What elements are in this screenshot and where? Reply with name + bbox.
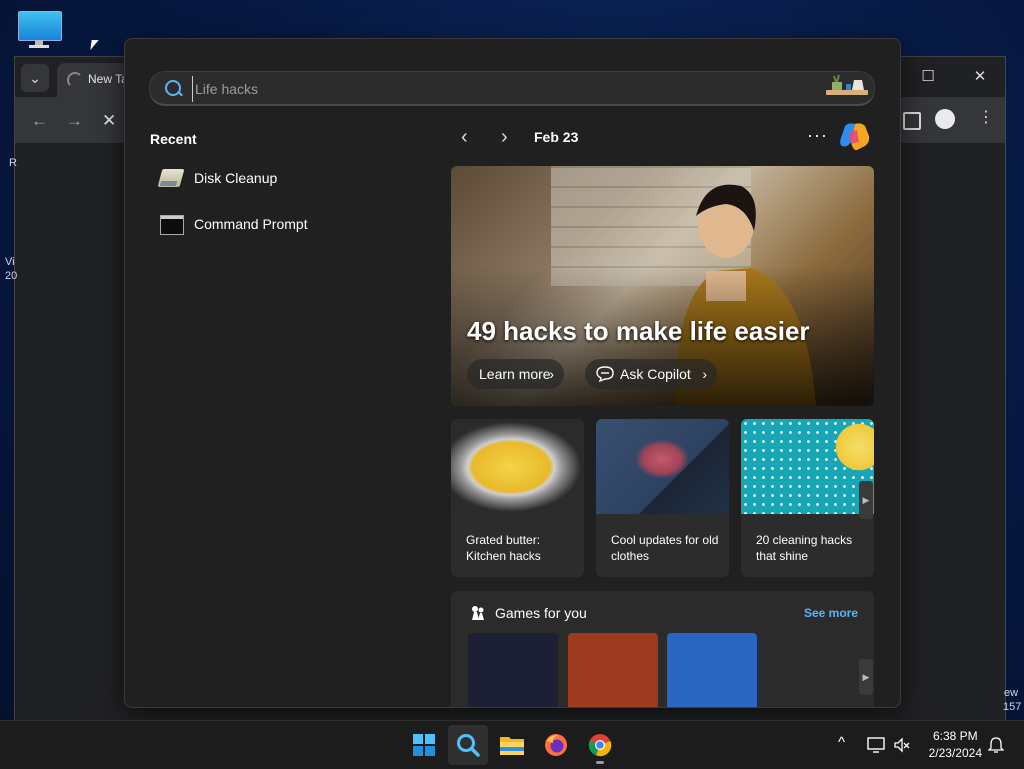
search-icon [457,734,480,757]
search-highlight-illustration-icon [826,74,868,95]
mouse-cursor-icon [90,40,99,50]
game-tile[interactable] [667,633,757,707]
recent-item-label: Command Prompt [194,216,308,232]
back-button[interactable]: ← [31,111,48,131]
news-card-title: 20 cleaning hacks that shine [756,533,853,563]
forward-button[interactable]: → [66,111,83,131]
show-hidden-icons-button[interactable]: ^ [838,734,845,751]
ask-copilot-label: Ask Copilot [620,366,691,382]
cards-next-button[interactable]: ▶ [859,481,873,519]
news-card-title: Grated butter: Kitchen hacks [466,533,541,563]
news-header: ‹ › Feb 23 ··· [451,122,875,152]
desktop-edge-text: ew [1004,687,1019,699]
chrome-icon [588,734,612,757]
search-box[interactable] [149,71,875,106]
disk-cleanup-icon [157,169,185,187]
volume-muted-icon[interactable] [893,737,911,753]
game-tile[interactable] [568,633,658,707]
recent-item-label: Disk Cleanup [194,170,278,186]
learn-more-button[interactable]: Learn more › [467,359,564,389]
desktop-edge-text: R [9,157,17,169]
maximize-button[interactable]: ☐ [908,63,948,91]
games-section: Games for you See more [451,591,874,707]
start-button[interactable] [404,725,444,765]
games-next-button[interactable]: ▶ [859,659,873,695]
taskbar: ^ 6:38 PM 2/23/2024 [0,720,1024,769]
more-options-button[interactable]: ··· [807,125,828,145]
network-icon[interactable] [867,737,885,753]
close-button[interactable]: ✕ [960,63,1000,91]
tab-search-button[interactable]: ⌄ [21,64,49,92]
desktop-edge-text: 20 [5,270,18,282]
news-card-image-butter [451,419,584,514]
see-more-link[interactable]: See more [804,606,858,620]
recent-item-disk-cleanup[interactable]: Disk Cleanup [149,159,419,199]
game-pawn-icon [472,606,484,620]
search-icon [165,80,181,96]
stop-button[interactable]: ✕ [102,111,116,131]
hero-headline: 49 hacks to make life easier [467,316,810,346]
clock[interactable]: 6:38 PM 2/23/2024 [929,728,982,762]
start-icon [413,734,435,756]
games-title: Games for you [495,605,587,621]
command-prompt-icon [160,215,184,235]
side-panel-icon[interactable] [903,112,921,130]
news-card[interactable]: Cool updates for old clothes [596,419,729,577]
news-date: Feb 23 [534,129,579,145]
news-card-image-lemon [741,419,874,514]
chevron-right-icon: › [702,366,707,382]
search-panel: Recent Disk Cleanup Command Prompt ‹ › F… [124,38,901,708]
hero-story[interactable]: 49 hacks to make life easier Learn more … [451,166,874,406]
desktop-edge-text: Vi [5,256,15,268]
clock-time: 6:38 PM [932,729,978,743]
game-tile[interactable] [468,633,558,707]
firefox-button[interactable] [536,725,576,765]
ask-copilot-button[interactable]: Ask Copilot › [585,359,717,389]
news-card[interactable]: 20 cleaning hacks that shine [741,419,874,577]
notification-bell-icon[interactable] [988,737,1004,754]
tab-title: New Ta [88,72,128,86]
taskbar-search-button[interactable] [448,725,488,765]
recent-heading: Recent [150,131,197,147]
learn-more-label: Learn more [479,366,551,382]
firefox-icon [545,734,567,756]
next-day-button[interactable]: › [501,125,508,149]
menu-icon[interactable]: ⋮ [978,107,994,127]
profile-icon[interactable] [935,109,955,129]
running-indicator [596,761,604,764]
this-pc-desktop-icon[interactable] [18,11,62,49]
chevron-right-icon: › [549,366,554,382]
desktop-edge-text: 157 [1003,701,1022,713]
file-explorer-icon [500,737,524,755]
news-card[interactable]: Grated butter: Kitchen hacks [451,419,584,577]
loading-spinner-icon [67,72,83,88]
chrome-button[interactable] [580,725,620,765]
file-explorer-button[interactable] [492,725,532,765]
previous-day-button[interactable]: ‹ [461,125,468,149]
news-card-title: Cool updates for old clothes [611,533,719,563]
news-card-image-denim [596,419,729,514]
copilot-icon[interactable] [839,122,871,152]
recent-item-command-prompt[interactable]: Command Prompt [149,205,419,245]
search-input[interactable] [192,76,797,102]
chat-bubble-icon [596,366,614,382]
clock-date: 2/23/2024 [928,746,982,760]
